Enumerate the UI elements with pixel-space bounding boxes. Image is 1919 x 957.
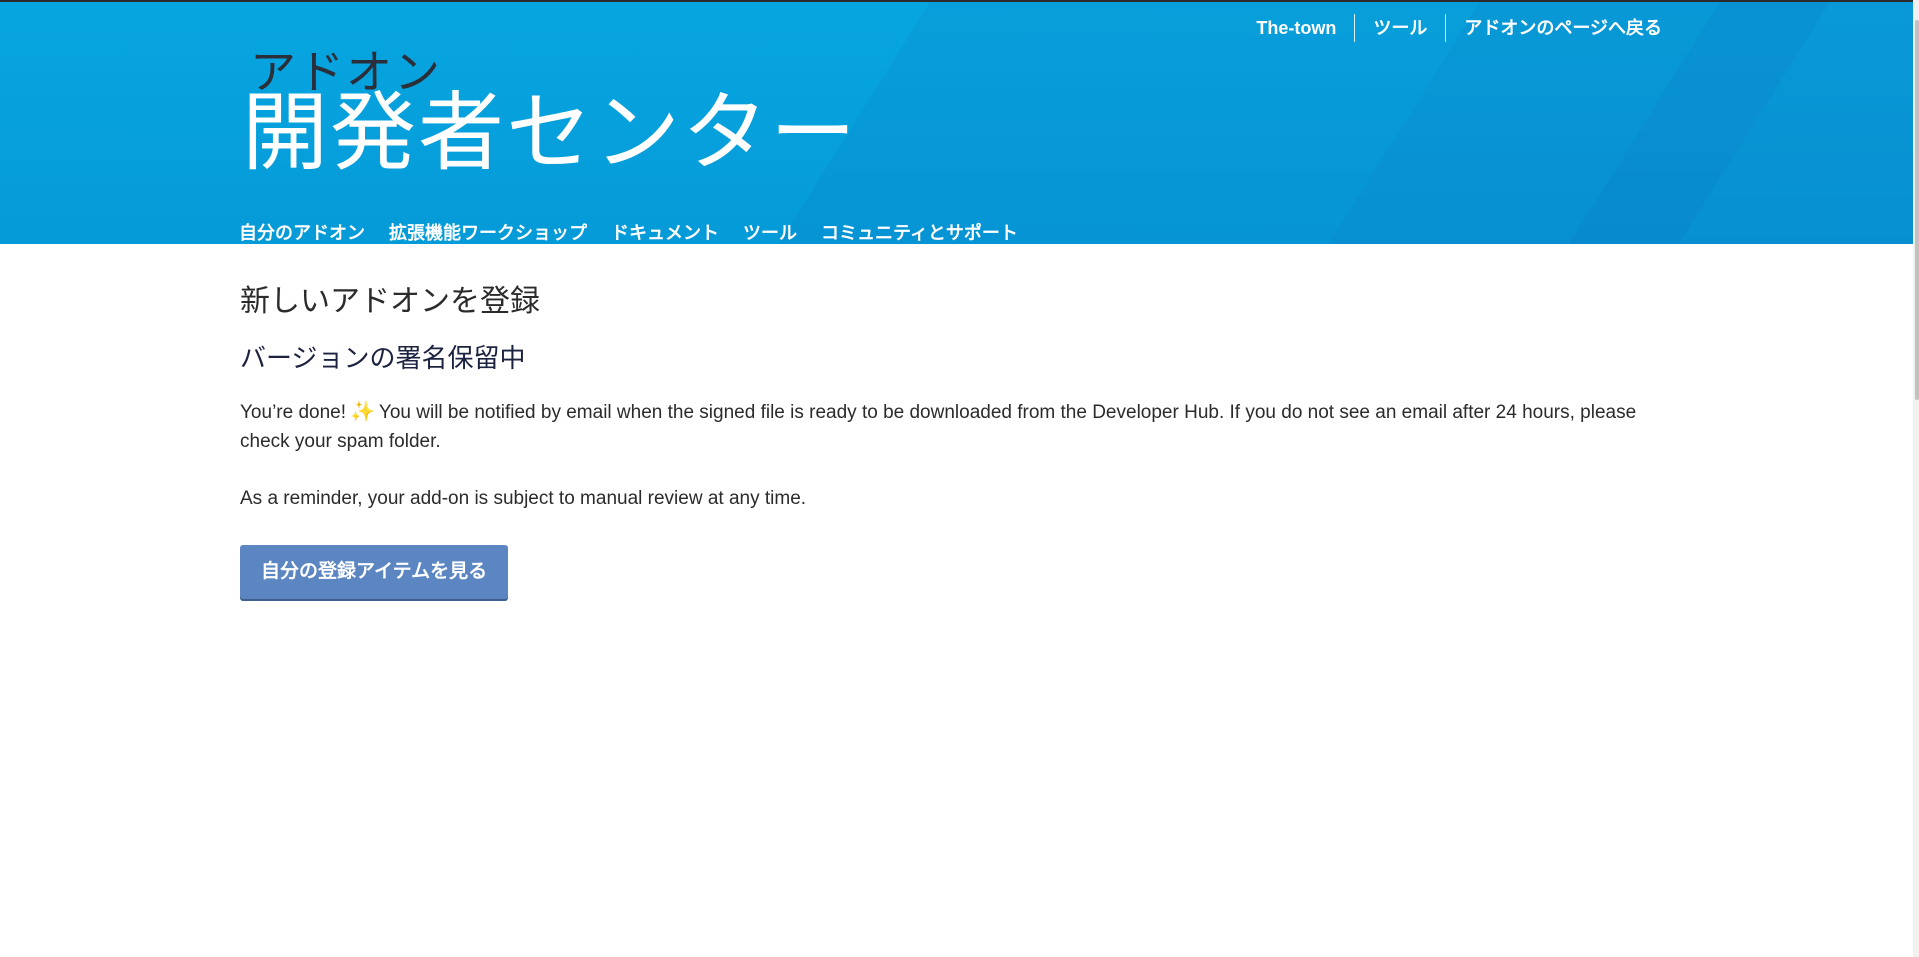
nav-item-extension-workshop[interactable]: 拡張機能ワークショップ [389, 219, 587, 244]
logo-title: 開発者センター [242, 83, 858, 183]
nav-item-documentation[interactable]: ドキュメント [611, 219, 719, 244]
review-reminder: As a reminder, your add-on is subject to… [240, 488, 807, 509]
nav-item-community-support[interactable]: コミュニティとサポート [821, 219, 1018, 244]
top-link-back-to-addons[interactable]: アドオンのページへ戻る [1446, 14, 1662, 42]
scrollbar-thumb[interactable] [1915, 20, 1919, 400]
view-my-submissions-button[interactable]: 自分の登録アイテムを見る [240, 545, 509, 599]
main-nav: 自分のアドオン 拡張機能ワークショップ ドキュメント ツール コミュニティとサポ… [239, 219, 1018, 244]
top-link-username[interactable]: The-town [1238, 14, 1354, 42]
page-title: 新しいアドオンを登録 [240, 284, 540, 319]
done-message: You’re done! ✨ You will be notified by ema… [240, 398, 1670, 456]
page: The-town ツール アドオンのページへ戻る アドオン 開発者センター 自分… [0, 0, 1919, 957]
page-scrollbar[interactable] [1913, 0, 1919, 957]
main-content: 新しいアドオンを登録 バージョンの署名保留中 You’re done! ✨ You … [240, 244, 1680, 599]
sparkles-icon: ✨ [350, 401, 375, 423]
top-links: The-town ツール アドオンのページへ戻る [1238, 14, 1662, 42]
nav-item-tools[interactable]: ツール [743, 219, 797, 244]
done-text: You’re done! [240, 402, 347, 423]
notification-text: You will be notified by email when the s… [240, 402, 1637, 452]
page-subtitle: バージョンの署名保留中 [240, 344, 526, 374]
top-link-tools[interactable]: ツール [1355, 14, 1445, 42]
site-header: The-town ツール アドオンのページへ戻る アドオン 開発者センター 自分… [0, 0, 1919, 244]
nav-item-my-addons[interactable]: 自分のアドオン [239, 219, 365, 244]
site-logo[interactable]: アドオン 開発者センター [242, 46, 858, 176]
